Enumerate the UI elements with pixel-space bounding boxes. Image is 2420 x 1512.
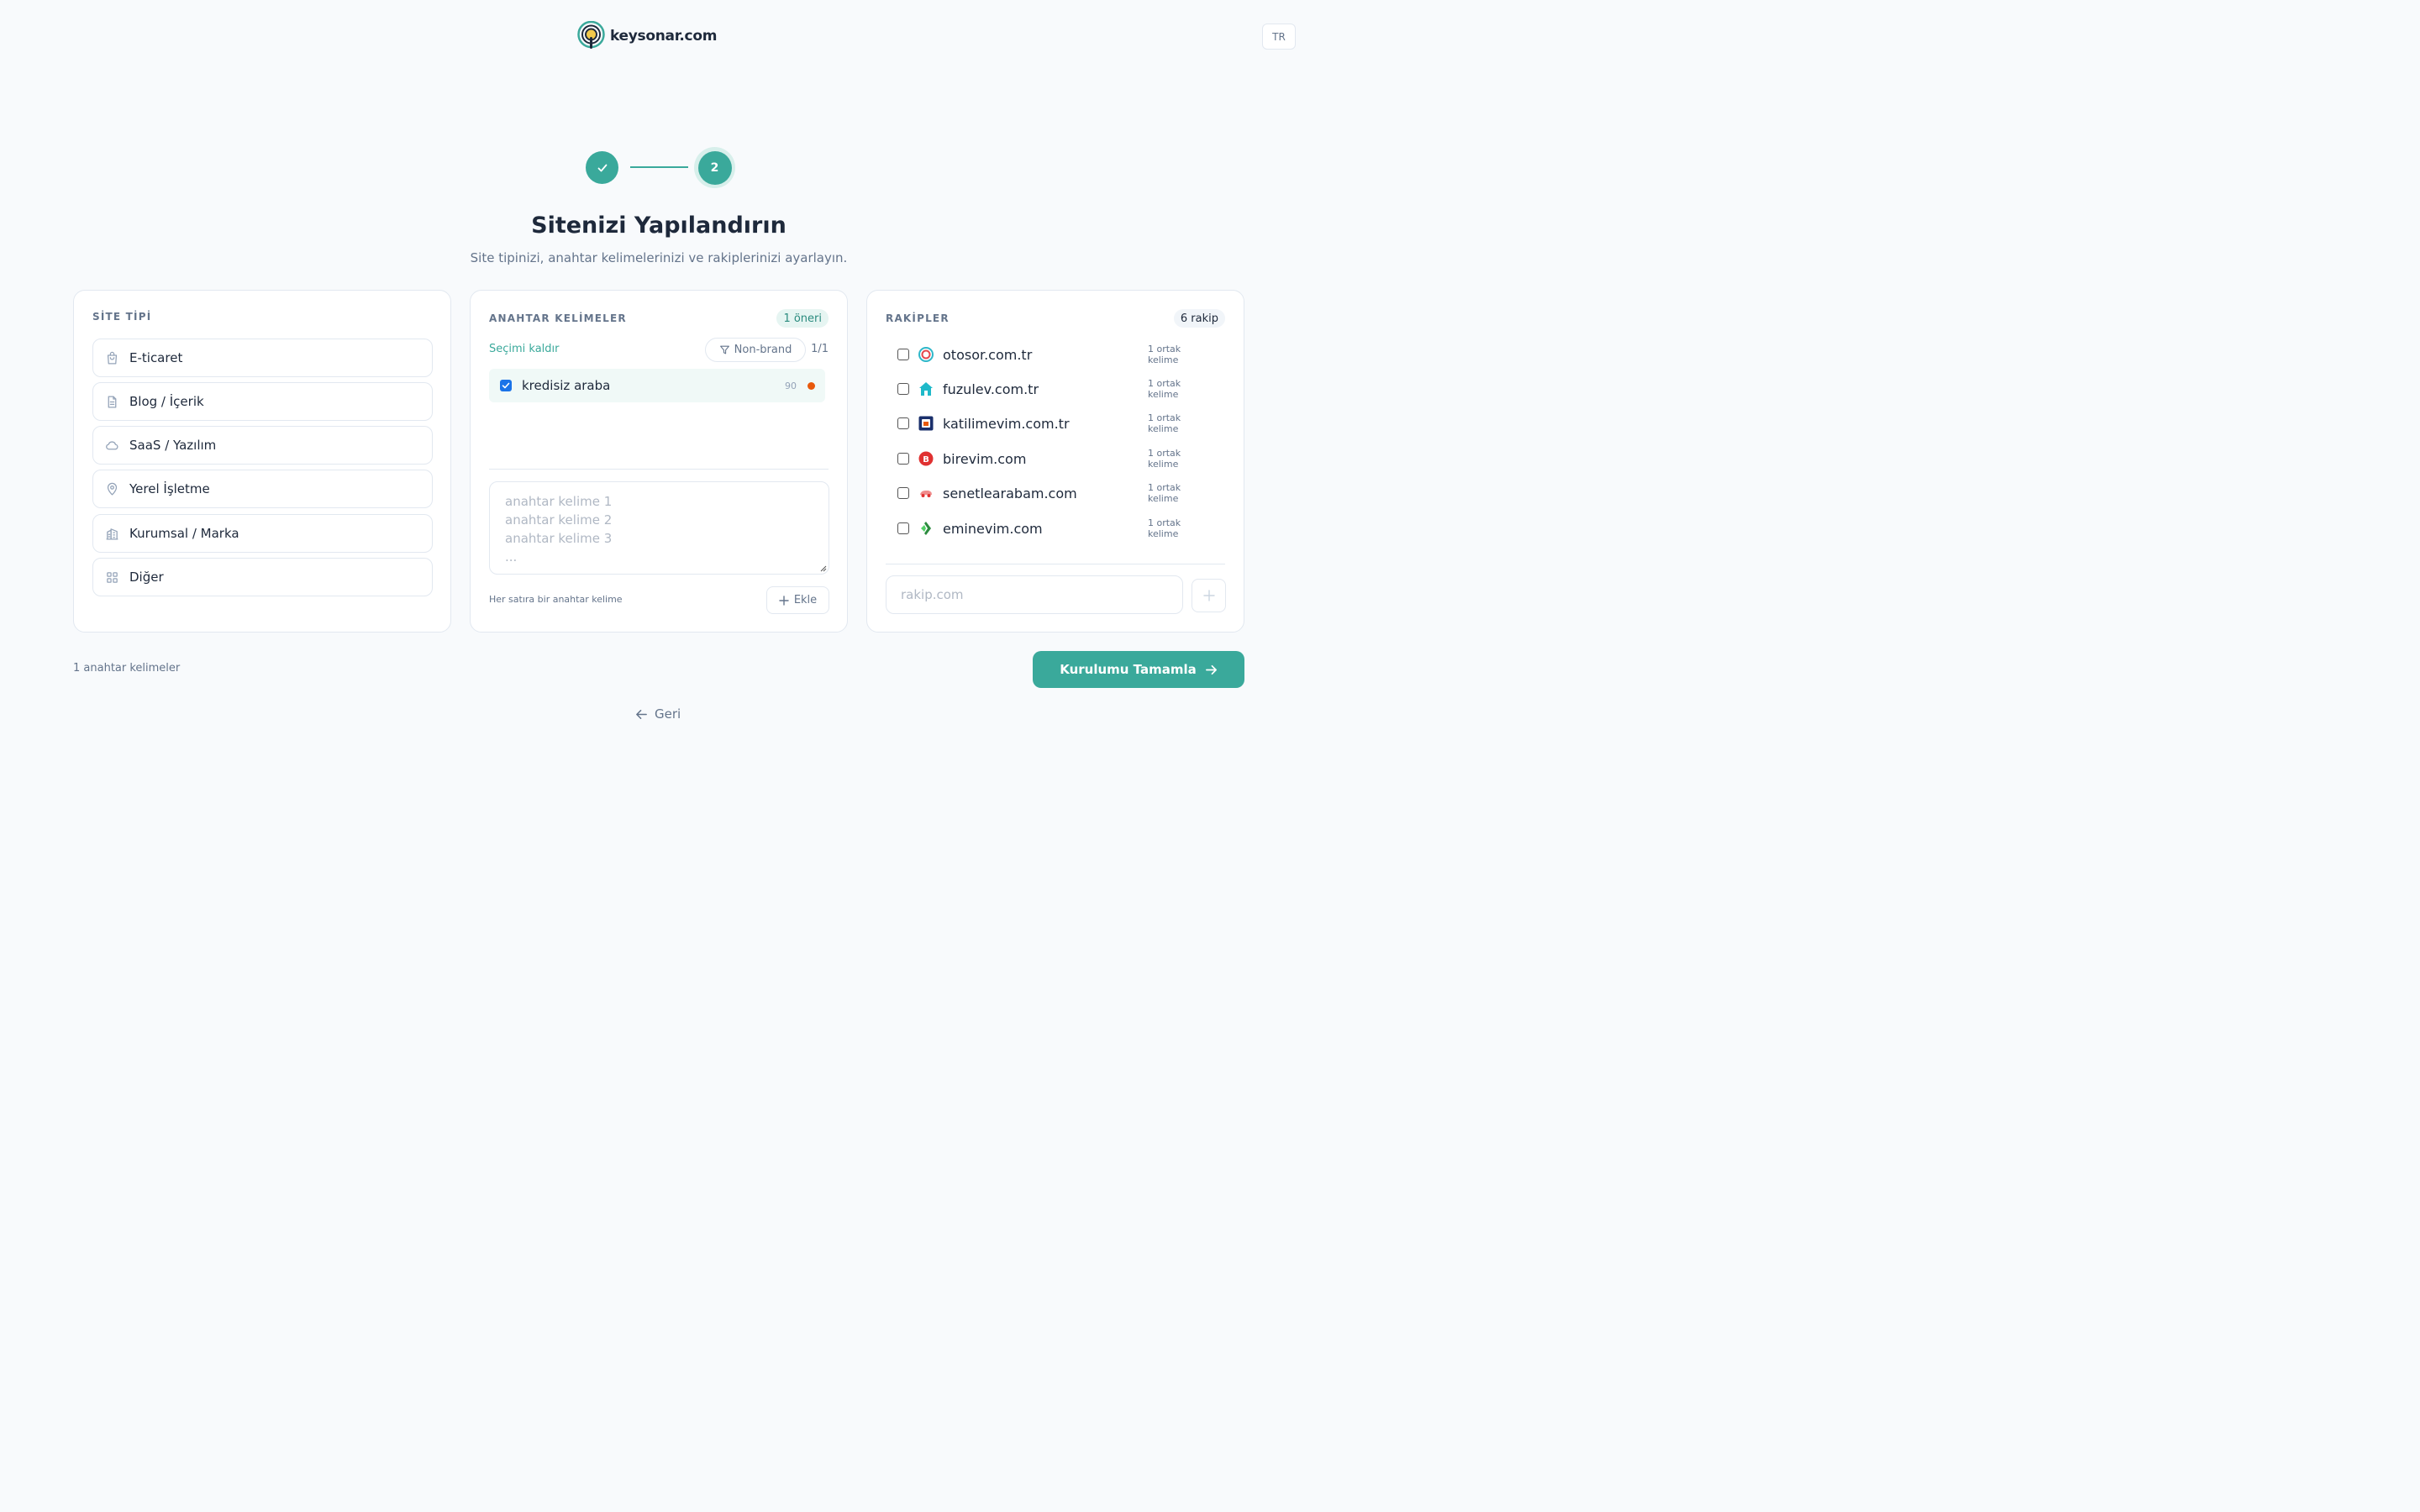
arrow-right-icon — [1205, 664, 1217, 675]
keyword-hint: Her satıra bir anahtar kelime — [489, 594, 623, 605]
site-type-option-blog[interactable]: Blog / İçerik — [92, 382, 433, 421]
competitor-checkbox[interactable] — [897, 453, 909, 465]
competitor-checkbox[interactable] — [897, 522, 909, 534]
deselect-link[interactable]: Seçimi kaldır — [489, 343, 560, 355]
check-icon — [597, 164, 607, 171]
competitor-common-keywords: 1 ortak kelime — [1148, 378, 1181, 400]
site-type-option-label: SaaS / Yazılım — [129, 438, 217, 453]
suggestion-badge: 1 öneri — [776, 309, 829, 328]
competitor-row[interactable]: fuzulev.com.tr 1 ortak kelime — [897, 378, 1213, 400]
competitor-common-keywords: 1 ortak kelime — [1148, 344, 1181, 365]
competitor-domain: eminevim.com — [943, 520, 1043, 537]
competitor-domain: fuzulev.com.tr — [943, 381, 1039, 397]
finish-setup-label: Kurulumu Tamamla — [1060, 662, 1197, 677]
fuzulev-favicon-icon — [918, 381, 934, 396]
competitor-checkbox[interactable] — [897, 349, 909, 360]
keyword-row[interactable]: kredisiz araba 90 — [489, 369, 825, 402]
competitor-row[interactable]: katilimevim.com.tr 1 ortak kelime — [897, 412, 1213, 434]
otosor-favicon-icon — [918, 347, 934, 362]
step-2-current: 2 — [694, 147, 735, 188]
birevim-favicon-icon: B — [918, 451, 934, 466]
map-pin-icon — [107, 482, 118, 496]
add-keyword-button[interactable]: Ekle — [766, 586, 829, 614]
keyword-textarea[interactable]: anahtar kelime 1 anahtar kelime 2 anahta… — [489, 481, 829, 575]
step-connector — [630, 166, 688, 168]
building-icon — [106, 528, 118, 540]
keyword-status-dot — [808, 381, 815, 390]
logo-text: keysonar.com — [610, 27, 718, 45]
site-type-option-label: Diğer — [129, 570, 164, 585]
keyword-volume: 90 — [785, 380, 797, 391]
back-button[interactable]: Geri — [635, 706, 681, 722]
senetlearabam-favicon-icon — [918, 486, 934, 501]
competitors-label: RAKİPLER — [886, 312, 950, 324]
logo-icon — [577, 21, 605, 49]
page-subtitle: Site tipinizi, anahtar kelimelerinizi ve… — [470, 250, 848, 265]
site-type-card: SİTE TİPİ E-ticaret Blog / İçerik SaaS /… — [73, 290, 451, 633]
competitor-domain: otosor.com.tr — [943, 346, 1033, 363]
competitor-common-keywords: 1 ortak kelime — [1148, 517, 1181, 539]
keywords-card: ANAHTAR KELİMELER 1 öneri Seçimi kaldır … — [470, 290, 848, 633]
keyword-checkbox[interactable] — [500, 380, 512, 391]
step-2-number: 2 — [697, 150, 732, 185]
add-keyword-label: Ekle — [793, 594, 818, 606]
grid-icon — [107, 571, 118, 583]
keywords-label: ANAHTAR KELİMELER — [489, 312, 627, 324]
back-label: Geri — [655, 706, 681, 722]
site-type-label: SİTE TİPİ — [92, 311, 152, 323]
competitor-domain: senetlearabam.com — [943, 485, 1077, 501]
add-competitor-button[interactable] — [1192, 579, 1226, 612]
keywords-divider — [489, 469, 829, 470]
site-type-option-label: Blog / İçerik — [129, 394, 204, 409]
logo[interactable]: keysonar.com — [577, 21, 717, 50]
keyword-count: 1/1 — [811, 343, 829, 355]
site-type-option-label: Yerel İşletme — [129, 481, 210, 496]
competitor-row[interactable]: eminevim.com 1 ortak kelime — [897, 517, 1213, 539]
competitor-count-badge: 6 rakip — [1173, 309, 1225, 328]
site-type-option-label: Kurumsal / Marka — [129, 526, 239, 541]
step-1-completed — [586, 151, 618, 184]
competitor-input[interactable]: rakip.com — [886, 575, 1183, 614]
competitor-common-keywords: 1 ortak kelime — [1148, 412, 1181, 434]
site-type-option-ecommerce[interactable]: E-ticaret — [92, 339, 433, 377]
competitor-checkbox[interactable] — [897, 487, 909, 499]
filter-icon — [719, 345, 729, 354]
competitor-checkbox[interactable] — [897, 383, 909, 395]
language-button[interactable]: TR — [1262, 24, 1296, 50]
plus-icon — [779, 595, 789, 606]
finish-setup-button[interactable]: Kurulumu Tamamla — [1033, 651, 1244, 688]
katilimevim-favicon-icon — [918, 416, 934, 431]
selected-keyword-count: 1 anahtar kelimeler — [73, 662, 181, 675]
competitor-domain: birevim.com — [943, 450, 1027, 467]
site-type-option-saas[interactable]: SaaS / Yazılım — [92, 426, 433, 465]
site-type-option-local[interactable]: Yerel İşletme — [92, 470, 433, 508]
plus-icon — [1202, 590, 1215, 601]
competitor-common-keywords: 1 ortak kelime — [1148, 448, 1181, 470]
cloud-icon — [106, 440, 118, 449]
non-brand-filter-button[interactable]: Non-brand — [705, 338, 806, 362]
svg-text:B: B — [923, 455, 929, 465]
document-icon — [108, 395, 117, 408]
competitor-common-keywords: 1 ortak kelime — [1148, 482, 1181, 504]
competitors-card: RAKİPLER 6 rakip otosor.com.tr 1 ortak k… — [866, 290, 1244, 633]
keyword-text: kredisiz araba — [522, 378, 611, 393]
site-type-option-label: E-ticaret — [129, 350, 183, 365]
checkmark-icon — [502, 382, 510, 389]
arrow-left-icon — [636, 709, 647, 719]
resize-handle-icon[interactable] — [820, 565, 827, 572]
shopping-bag-icon — [107, 351, 118, 365]
site-type-option-other[interactable]: Diğer — [92, 558, 433, 596]
competitor-row[interactable]: senetlearabam.com 1 ortak kelime — [897, 482, 1213, 504]
competitor-row[interactable]: B birevim.com 1 ortak kelime — [897, 448, 1213, 470]
eminevim-favicon-icon — [918, 521, 934, 536]
page-title: Sitenizi Yapılandırın — [531, 213, 786, 239]
competitor-checkbox[interactable] — [897, 417, 909, 429]
filter-label: Non-brand — [734, 344, 792, 356]
competitor-row[interactable]: otosor.com.tr 1 ortak kelime — [897, 344, 1213, 365]
site-type-option-corporate[interactable]: Kurumsal / Marka — [92, 514, 433, 553]
competitor-domain: katilimevim.com.tr — [943, 415, 1070, 432]
